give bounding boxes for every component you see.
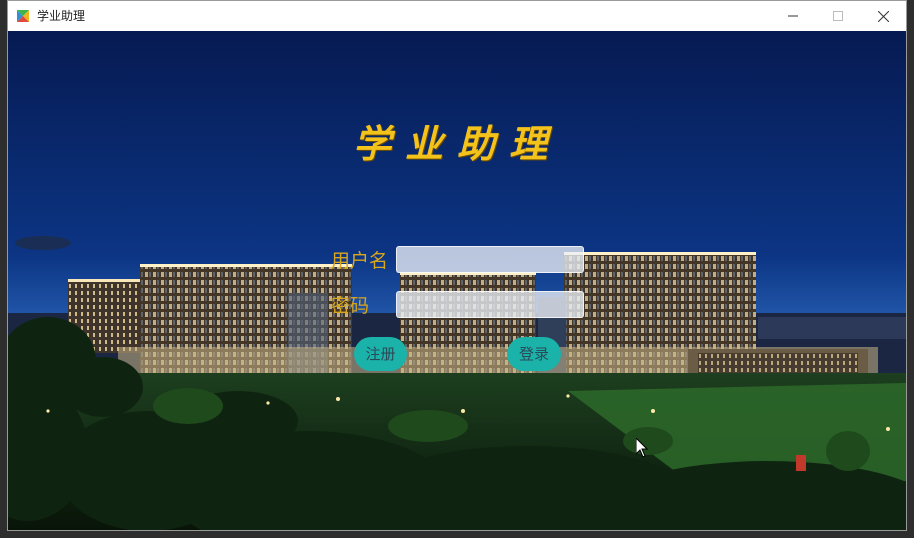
maximize-button[interactable] bbox=[815, 1, 860, 31]
username-label: 用户名 bbox=[331, 250, 389, 272]
campus-night-background bbox=[8, 31, 906, 530]
register-button[interactable]: 注册 bbox=[354, 337, 407, 371]
close-button[interactable] bbox=[861, 1, 906, 31]
app-heading: 学业助理 bbox=[352, 121, 561, 166]
app-window: 学业助理 学业助理 用户名 密码 注册 登录 bbox=[7, 0, 907, 531]
password-input[interactable] bbox=[396, 291, 584, 318]
app-logo-icon bbox=[17, 10, 29, 22]
mouse-pointer-icon bbox=[636, 438, 648, 458]
password-label: 密码 bbox=[331, 295, 370, 317]
minimize-button[interactable] bbox=[770, 1, 815, 31]
maximize-icon bbox=[832, 11, 843, 21]
minimize-icon bbox=[787, 15, 798, 17]
login-button[interactable]: 登录 bbox=[507, 337, 561, 371]
window-title: 学业助理 bbox=[37, 9, 86, 23]
login-view: 学业助理 用户名 密码 注册 登录 bbox=[8, 31, 906, 530]
close-icon bbox=[878, 10, 889, 22]
title-bar[interactable]: 学业助理 bbox=[8, 1, 906, 31]
username-input[interactable] bbox=[396, 246, 584, 273]
